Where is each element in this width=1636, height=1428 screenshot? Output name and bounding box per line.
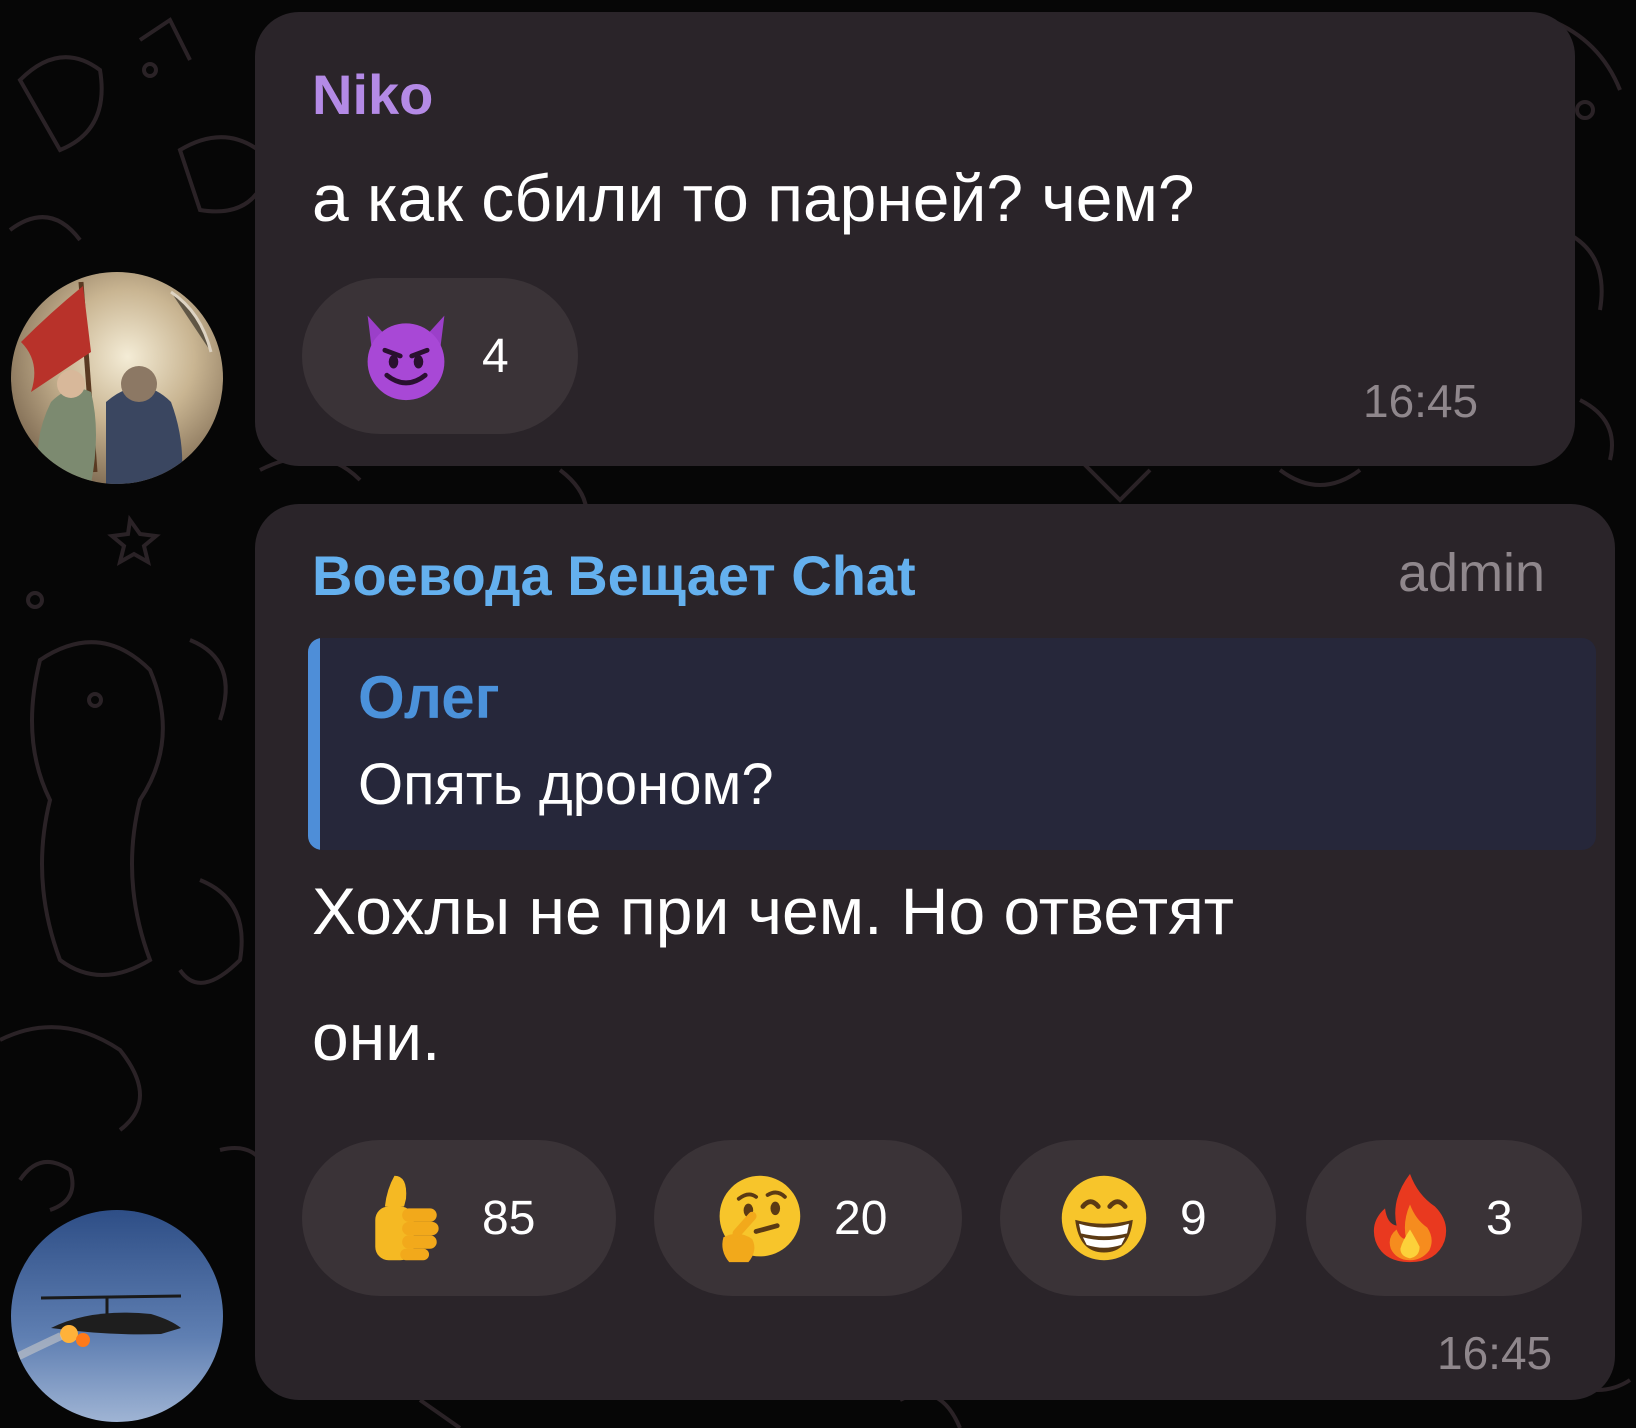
reaction-count: 4 [482, 329, 509, 383]
reaction-count: 3 [1486, 1191, 1513, 1245]
reply-quote[interactable]: Олег Опять дроном? [308, 638, 1596, 850]
reply-author: Олег [358, 664, 500, 731]
admin-badge: admin [1398, 543, 1546, 603]
reaction-pill[interactable]: 85 [302, 1140, 616, 1296]
message-text: они. [312, 1000, 441, 1074]
thumbs-up-emoji [375, 1175, 439, 1261]
reaction-pill[interactable]: 20 [654, 1140, 962, 1296]
avatar-image [11, 272, 223, 484]
sender-name[interactable]: Niko [312, 67, 433, 123]
message-text: а как сбили то парней? чем? [312, 161, 1195, 235]
message-bubble[interactable]: Niko а как сбили то парней? чем? 4 16:45 [255, 12, 1575, 466]
chat-view: Niko а как сбили то парней? чем? 4 16:45… [0, 0, 1636, 1428]
reaction-count: 20 [834, 1191, 888, 1245]
reply-accent-bar [308, 638, 320, 850]
reaction-pill[interactable]: 9 [1000, 1140, 1276, 1296]
avatar-image [11, 1210, 223, 1422]
reaction-count: 85 [482, 1191, 536, 1245]
message-time: 16:45 [1437, 1327, 1553, 1379]
message-bubble[interactable]: Воевода Вещает Chat admin Олег Опять дро… [255, 504, 1615, 1400]
reply-text: Опять дроном? [358, 752, 774, 817]
reaction-pill[interactable]: 3 [1306, 1140, 1582, 1296]
reaction-pill[interactable]: 4 [302, 278, 578, 434]
avatar[interactable] [11, 1210, 223, 1422]
reaction-count: 9 [1180, 1191, 1207, 1245]
message-text: Хохлы не при чем. Но ответят [312, 874, 1235, 948]
message-time: 16:45 [1363, 375, 1479, 427]
smiling-imp-emoji [367, 315, 445, 401]
thinking-face-emoji [719, 1175, 801, 1263]
grinning-face-emoji [1061, 1175, 1147, 1261]
fire-emoji [1373, 1173, 1447, 1263]
avatar[interactable] [11, 272, 223, 484]
sender-name[interactable]: Воевода Вещает Chat [312, 548, 916, 604]
